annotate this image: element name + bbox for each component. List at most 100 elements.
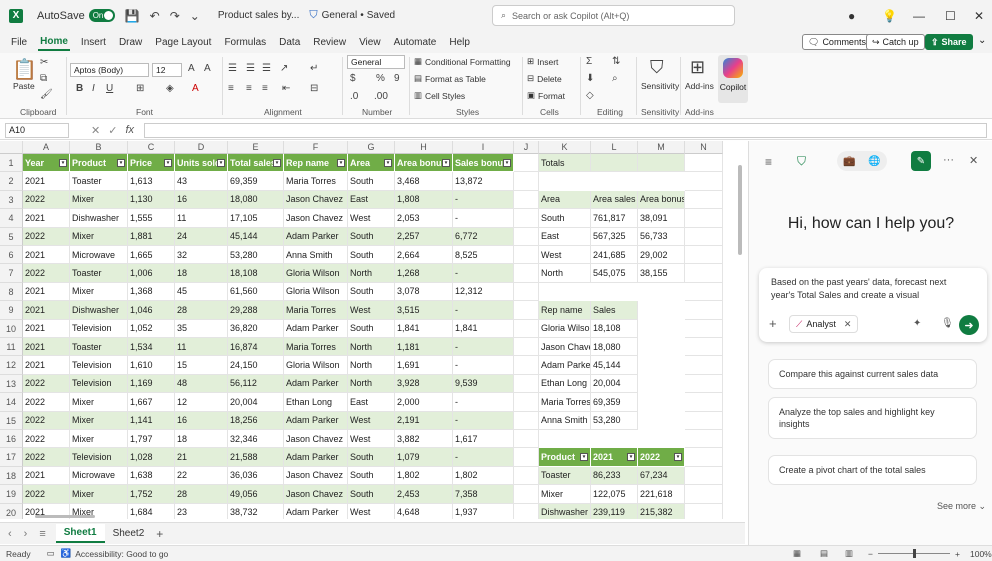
- table-cell[interactable]: 1,555: [128, 209, 175, 228]
- product-cell[interactable]: 122,075: [591, 485, 638, 504]
- table-cell[interactable]: Jason Chavez: [284, 209, 348, 228]
- table-cell[interactable]: 1,881: [128, 227, 175, 246]
- table-cell[interactable]: Television: [70, 356, 128, 375]
- grid-cell[interactable]: [514, 172, 539, 191]
- grid-cell[interactable]: [685, 485, 723, 504]
- table-cell[interactable]: Adam Parker: [284, 411, 348, 430]
- table-cell[interactable]: 1,130: [128, 190, 175, 210]
- table-cell[interactable]: Ethan Long: [284, 393, 348, 412]
- row-header[interactable]: 13: [0, 374, 23, 394]
- formula-input[interactable]: [144, 122, 987, 138]
- align-right-icon[interactable]: ≡: [262, 83, 268, 94]
- table-header-cell[interactable]: Area ▾: [348, 154, 395, 173]
- table-cell[interactable]: -: [453, 448, 514, 467]
- table-cell[interactable]: -: [453, 356, 514, 375]
- comma-icon[interactable]: 9: [394, 73, 400, 84]
- table-cell[interactable]: 1,006: [128, 264, 175, 283]
- grid-cell[interactable]: [514, 503, 539, 519]
- table-cell[interactable]: 2021: [23, 338, 70, 357]
- table-cell[interactable]: West: [348, 301, 395, 320]
- table-cell[interactable]: 53,280: [228, 246, 284, 265]
- area-cell[interactable]: East: [539, 227, 591, 246]
- table-cell[interactable]: Television: [70, 319, 128, 338]
- filter-dropdown-icon[interactable]: ▾: [59, 158, 67, 167]
- table-cell[interactable]: 23: [175, 503, 228, 519]
- borders-icon[interactable]: ⊞: [136, 83, 144, 94]
- tab-page-layout[interactable]: Page Layout: [153, 35, 213, 50]
- avatar[interactable]: ●: [848, 9, 855, 23]
- align-left-icon[interactable]: ≡: [228, 83, 234, 94]
- grid-cell[interactable]: [514, 190, 539, 210]
- increase-decimal-icon[interactable]: .0: [350, 91, 358, 102]
- suggestion-pivot-chart[interactable]: Create a pivot chart of the total sales: [768, 455, 977, 485]
- table-header-cell[interactable]: Year ▾: [23, 154, 70, 173]
- product-cell[interactable]: 221,618: [638, 485, 685, 504]
- rep-cell[interactable]: Adam Parker: [539, 356, 591, 375]
- table-cell[interactable]: -: [453, 190, 514, 210]
- table-cell[interactable]: South: [348, 485, 395, 504]
- grid-cell[interactable]: [514, 393, 539, 412]
- tab-formulas[interactable]: Formulas: [222, 35, 268, 50]
- grid-cell[interactable]: [514, 282, 539, 302]
- table-cell[interactable]: 2022: [23, 374, 70, 394]
- table-cell[interactable]: Gloria Wilson: [284, 282, 348, 302]
- grid-cell[interactable]: [685, 466, 723, 486]
- document-title[interactable]: Product sales by...: [218, 10, 300, 21]
- table-cell[interactable]: 28: [175, 301, 228, 320]
- row-header[interactable]: 6: [0, 246, 23, 265]
- orientation-icon[interactable]: ↗: [280, 63, 288, 74]
- add-ins-button[interactable]: Add-ins: [685, 81, 714, 91]
- table-cell[interactable]: South: [348, 466, 395, 486]
- table-cell[interactable]: 45,144: [228, 227, 284, 246]
- table-cell[interactable]: Adam Parker: [284, 227, 348, 246]
- bold-icon[interactable]: B: [76, 83, 83, 94]
- table-cell[interactable]: 18,108: [228, 264, 284, 283]
- tab-insert[interactable]: Insert: [79, 35, 108, 50]
- table-cell[interactable]: 2021: [23, 301, 70, 320]
- table-cell[interactable]: Television: [70, 448, 128, 467]
- table-cell[interactable]: 3,928: [395, 374, 453, 394]
- suggestion-analyze[interactable]: Analyze the top sales and highlight key …: [768, 397, 977, 439]
- table-cell[interactable]: -: [453, 338, 514, 357]
- table-cell[interactable]: South: [348, 246, 395, 265]
- totals-label[interactable]: Totals: [539, 154, 591, 173]
- table-cell[interactable]: South: [348, 227, 395, 246]
- format-cells-button[interactable]: ▣ Format: [527, 90, 565, 101]
- product-cell[interactable]: Toaster: [539, 466, 591, 486]
- table-cell[interactable]: South: [348, 319, 395, 338]
- table-cell[interactable]: 32: [175, 246, 228, 265]
- table-header-cell[interactable]: Price ▾: [128, 154, 175, 173]
- grid-cell[interactable]: [685, 338, 723, 357]
- table-cell[interactable]: 18: [175, 264, 228, 283]
- table-cell[interactable]: 2,053: [395, 209, 453, 228]
- product-header-cell[interactable]: Product ▾: [539, 448, 591, 467]
- table-cell[interactable]: 1,808: [395, 190, 453, 210]
- macro-icon[interactable]: ▭: [47, 548, 55, 559]
- work-icon[interactable]: 💼: [843, 156, 855, 167]
- table-cell[interactable]: 1,841: [453, 319, 514, 338]
- product-cell[interactable]: 67,234: [638, 466, 685, 486]
- fill-color-icon[interactable]: ◈: [166, 83, 174, 94]
- filter-dropdown-icon[interactable]: ▾: [164, 158, 172, 167]
- row-header[interactable]: 8: [0, 282, 23, 302]
- table-cell[interactable]: Television: [70, 374, 128, 394]
- table-cell[interactable]: Mixer: [70, 190, 128, 210]
- grid-cell[interactable]: [685, 264, 723, 283]
- row-header[interactable]: 18: [0, 466, 23, 486]
- zoom-level[interactable]: 100%: [970, 549, 992, 559]
- filter-dropdown-icon[interactable]: ▾: [503, 158, 511, 167]
- table-cell[interactable]: 3,515: [395, 301, 453, 320]
- table-cell[interactable]: 1,052: [128, 319, 175, 338]
- italic-icon[interactable]: I: [92, 83, 95, 94]
- font-size-select[interactable]: 12: [152, 63, 182, 77]
- table-cell[interactable]: 18,080: [228, 190, 284, 210]
- comments-button[interactable]: 🗨 Comments: [802, 34, 872, 50]
- area-cell[interactable]: West: [539, 246, 591, 265]
- grid-cell[interactable]: [685, 374, 723, 394]
- table-cell[interactable]: 61,560: [228, 282, 284, 302]
- table-cell[interactable]: 29,288: [228, 301, 284, 320]
- rep-cell[interactable]: 53,280: [591, 411, 638, 430]
- add-sheet-icon[interactable]: +: [156, 527, 163, 541]
- horizontal-scrollbar[interactable]: [35, 515, 95, 518]
- sensitivity-icon[interactable]: ⛉: [650, 57, 664, 78]
